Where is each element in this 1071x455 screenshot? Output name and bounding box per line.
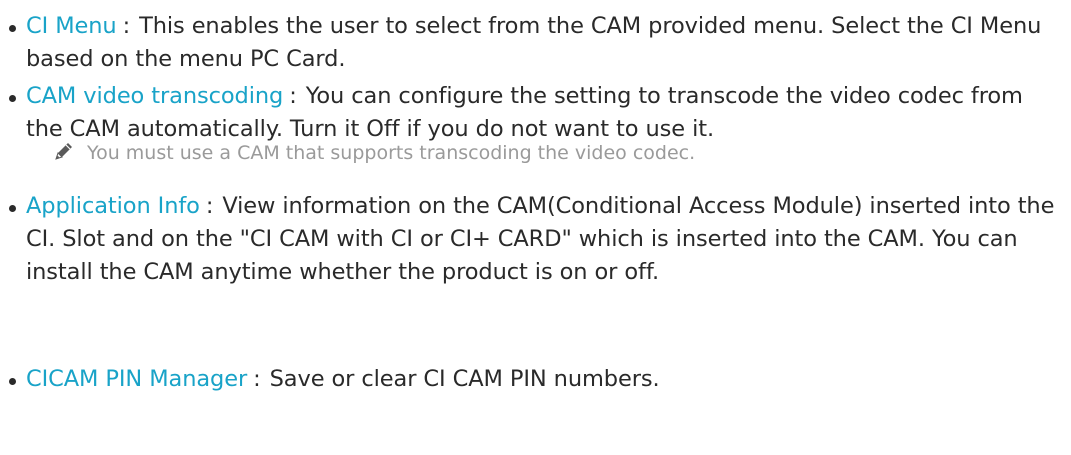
list-item-application-info: Application Info: View information on the… xyxy=(0,190,1071,289)
description-cicam-pin-manager: Save or clear CI CAM PIN numbers. xyxy=(269,366,660,392)
description-ci-menu: This enables the user to select from the… xyxy=(26,13,1042,72)
note: You must use a CAM that supports transco… xyxy=(53,138,695,168)
term-cicam-pin-manager: CICAM PIN Manager xyxy=(26,366,248,392)
note-text: You must use a CAM that supports transco… xyxy=(87,142,696,164)
term-separator: : xyxy=(253,366,261,392)
manual-page: CI Menu: This enables the user to select … xyxy=(0,0,1071,455)
list-item-text: CAM video transcoding: You can configure … xyxy=(26,80,1058,146)
list-item-cicam-pin-manager: CICAM PIN Manager: Save or clear CI CAM P… xyxy=(0,363,1071,396)
term-separator: : xyxy=(122,13,131,39)
pencil-note-icon xyxy=(55,143,72,160)
term-separator: : xyxy=(205,193,214,219)
list-item-text: CICAM PIN Manager: Save or clear CI CAM P… xyxy=(26,363,1058,396)
term-application-info: Application Info xyxy=(26,193,200,219)
list-item-ci-menu: CI Menu: This enables the user to select … xyxy=(0,10,1071,76)
list-item-cam-video-transcoding: CAM video transcoding: You can configure … xyxy=(0,80,1071,146)
term-separator: : xyxy=(289,83,297,109)
list-item-text: Application Info: View information on the… xyxy=(26,190,1058,289)
term-ci-menu: CI Menu xyxy=(26,13,117,39)
list-item-text: CI Menu: This enables the user to select … xyxy=(26,10,1058,76)
term-cam-video-transcoding: CAM video transcoding xyxy=(26,83,284,109)
